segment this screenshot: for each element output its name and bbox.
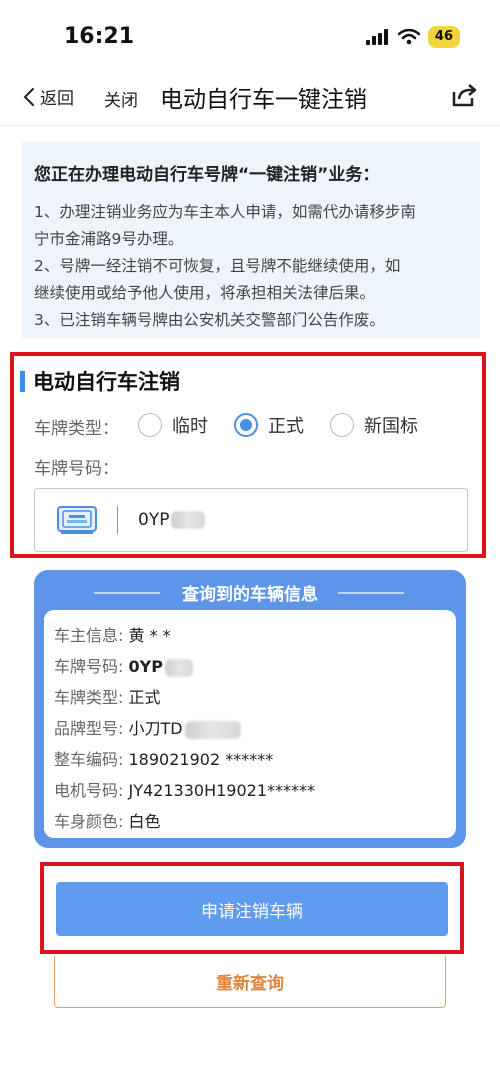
radio-checked-icon [234, 413, 258, 437]
cancellation-form: 电动自行车注销 车牌类型： 临时 正式 新国标 车牌号码： 0YP [10, 352, 486, 558]
plate-type-label: 车牌类型： [34, 419, 119, 439]
plate-number-label: 车牌号码： [34, 459, 119, 479]
signal-icon [365, 29, 388, 45]
notice-title: 您正在办理电动自行车号牌“一键注销”业务： [34, 165, 380, 185]
battery-icon: 46 [427, 26, 460, 48]
info-key: 车主信息: [54, 626, 124, 645]
notice-line: 宁市金浦路9号办理。 [34, 230, 184, 248]
info-row-model: 品牌型号: 小刀TD [54, 713, 446, 744]
info-row-color: 车身颜色: 白色 [54, 806, 446, 837]
radio-formal[interactable]: 正式 [234, 412, 304, 438]
input-divider [117, 506, 118, 534]
info-value: 白色 [128, 812, 161, 831]
info-key: 车牌号码: [54, 657, 124, 676]
info-value: 189021902 ****** [128, 750, 274, 769]
info-value: 黄 * * [128, 626, 171, 645]
notice-line: 3、已注销车辆号牌由公安机关交警部门公告作废。 [34, 311, 385, 329]
chevron-left-icon [23, 87, 34, 106]
radio-label: 正式 [268, 416, 304, 437]
status-bar: 16:21 46 [0, 0, 500, 70]
requery-button[interactable]: 重新查询 [54, 956, 446, 1008]
close-button[interactable]: 关闭 [104, 86, 138, 111]
info-key: 车身颜色: [54, 812, 124, 831]
status-icons: 46 [365, 26, 460, 48]
info-row-motor: 电机号码: JY421330H19021****** [54, 775, 446, 806]
info-value: 正式 [128, 688, 161, 707]
plate-number-input[interactable]: 0YP [34, 488, 468, 552]
vehicle-info-body: 车主信息: 黄 * * 车牌号码: 0YP 车牌类型: 正式 品牌型号: 小刀T… [44, 610, 456, 838]
radio-new-standard[interactable]: 新国标 [330, 412, 418, 438]
radio-unchecked-icon [330, 413, 354, 437]
notice-box: 您正在办理电动自行车号牌“一键注销”业务： 1、办理注销业务应为车主本人申请，如… [22, 142, 480, 338]
plate-number-value: 0YP [138, 510, 170, 530]
notice-line: 继续使用或给予他人使用，将承担相关法律后果。 [34, 284, 376, 302]
page-title: 电动自行车一键注销 [160, 87, 367, 113]
share-button[interactable] [450, 82, 478, 112]
vehicle-info-card: 查询到的车辆信息 车主信息: 黄 * * 车牌号码: 0YP 车牌类型: 正式 … [34, 570, 466, 848]
notice-line: 1、办理注销业务应为车主本人申请，如需代办请移步南 [34, 203, 416, 221]
status-time: 16:21 [64, 24, 135, 49]
share-icon [452, 84, 477, 107]
info-value: 0YP [128, 657, 163, 676]
info-key: 整车编码: [54, 750, 124, 769]
header-decor-line [338, 592, 404, 594]
radio-unchecked-icon [138, 413, 162, 437]
apply-cancel-button[interactable]: 申请注销车辆 [56, 882, 448, 936]
redaction-blur [171, 511, 206, 529]
info-value: 小刀TD [128, 719, 183, 738]
license-plate-icon [57, 506, 97, 534]
nav-bar: 返回 关闭 电动自行车一键注销 [0, 70, 500, 126]
info-row-plate-type: 车牌类型: 正式 [54, 682, 446, 713]
redaction-blur [184, 720, 241, 739]
info-row-vin: 整车编码: 189021902 ****** [54, 744, 446, 775]
redaction-blur [164, 658, 193, 677]
radio-label: 新国标 [364, 416, 418, 437]
plate-type-radio-group: 临时 正式 新国标 [138, 412, 444, 438]
info-value: JY421330H19021****** [128, 781, 316, 800]
section-title-text: 电动自行车注销 [33, 370, 180, 394]
info-row-plate: 车牌号码: 0YP [54, 651, 446, 682]
wifi-icon [397, 29, 420, 45]
section-accent-bar [20, 370, 25, 392]
info-row-owner: 车主信息: 黄 * * [54, 620, 446, 651]
radio-label: 临时 [172, 416, 208, 437]
radio-temporary[interactable]: 临时 [138, 412, 208, 438]
back-label: 返回 [40, 89, 74, 109]
info-key: 品牌型号: [54, 719, 124, 738]
section-title: 电动自行车注销 [20, 366, 180, 396]
info-key: 电机号码: [54, 781, 124, 800]
info-key: 车牌类型: [54, 688, 124, 707]
back-button[interactable]: 返回 [22, 84, 74, 109]
notice-line: 2、号牌一经注销不可恢复，且号牌不能继续使用，如 [34, 257, 401, 275]
apply-highlight: 申请注销车辆 [40, 862, 464, 954]
